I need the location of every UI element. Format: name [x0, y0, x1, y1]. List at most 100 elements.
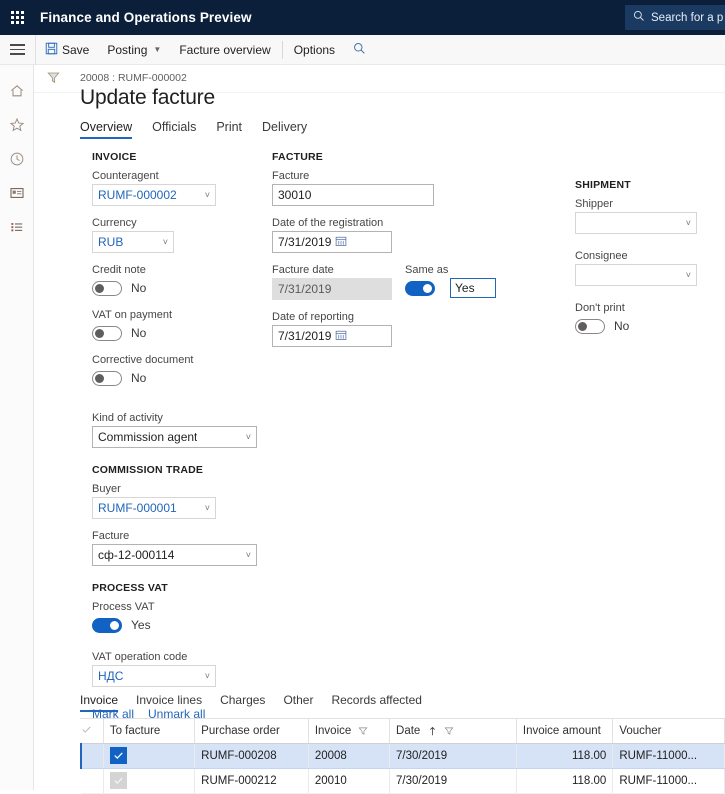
col-header-invoice[interactable]: Invoice: [308, 719, 391, 744]
same-as-label: Same as: [405, 264, 449, 276]
corrective-document-field: Corrective document No: [92, 354, 267, 388]
posting-menu-button[interactable]: Posting ▼: [98, 35, 170, 65]
options-label: Options: [293, 42, 336, 57]
kind-of-activity-value: Commission agent: [98, 430, 198, 444]
facture-overview-button[interactable]: Facture overview: [170, 35, 279, 65]
row-purchase-order[interactable]: RUMF-000212: [194, 768, 309, 794]
process-vat-toggle[interactable]: [92, 617, 122, 633]
save-disk-icon: [45, 42, 58, 58]
posting-label: Posting: [107, 42, 148, 57]
to-facture-checkbox[interactable]: [109, 747, 127, 764]
col-header-invoice-amount[interactable]: Invoice amount: [516, 719, 614, 744]
home-icon: [9, 83, 25, 102]
sidebar-item-home[interactable]: [0, 75, 34, 109]
tab-invoice[interactable]: Invoice: [80, 693, 119, 712]
tab-records-affected[interactable]: Records affected: [331, 693, 422, 712]
sort-ascending-icon[interactable]: [428, 726, 437, 736]
row-date: 7/30/2019: [389, 743, 517, 769]
tab-overview[interactable]: Overview: [80, 120, 133, 139]
facture-column: FACTURE Facture 30010 Date of the regist…: [272, 151, 502, 358]
sidebar-item-favorites[interactable]: [0, 109, 34, 143]
global-search-placeholder: Search for a p: [651, 11, 724, 24]
consignee-input[interactable]: ˅: [575, 264, 697, 286]
credit-note-label: Credit note: [92, 264, 146, 276]
currency-input[interactable]: RUB ˅: [92, 231, 174, 253]
table-row[interactable]: RUMF-000208 20008 7/30/2019 118.00 RUMF-…: [79, 743, 725, 769]
counteragent-value: RUMF-000002: [98, 188, 177, 202]
page-title: Update facture: [80, 86, 215, 109]
search-icon: [633, 10, 645, 25]
corrective-document-value: No: [131, 371, 147, 385]
to-facture-checkbox[interactable]: [109, 772, 127, 789]
dont-print-field: Don't print No: [575, 302, 720, 336]
buyer-value: RUMF-000001: [98, 501, 177, 515]
options-button[interactable]: Options: [285, 35, 344, 65]
row-date: 7/30/2019: [389, 768, 517, 794]
same-as-field: Same as Yes: [405, 264, 496, 298]
col-header-to-facture[interactable]: To facture: [103, 719, 196, 744]
chevron-down-icon: ˅: [204, 671, 210, 681]
buyer-input[interactable]: RUMF-000001 ˅: [92, 497, 216, 519]
row-to-facture-checkbox-cell[interactable]: [103, 743, 196, 769]
counteragent-input[interactable]: RUMF-000002 ˅: [92, 184, 216, 206]
shipment-column: SHIPMENT Shipper ˅ Consignee ˅ Don't pri…: [575, 151, 720, 347]
date-of-reporting-input[interactable]: 7/31/2019: [272, 325, 392, 347]
tab-officials[interactable]: Officials: [152, 120, 196, 139]
tab-delivery[interactable]: Delivery: [262, 120, 307, 139]
filter-funnel-icon[interactable]: [46, 70, 61, 88]
chevron-down-icon: ˅: [685, 270, 691, 280]
calendar-icon[interactable]: [331, 235, 347, 250]
row-to-facture-checkbox-cell[interactable]: [103, 768, 196, 794]
col-header-voucher[interactable]: Voucher: [612, 719, 725, 744]
grid-header-row: To facture Purchase order Invoice Date I…: [81, 719, 725, 744]
vat-operation-code-input[interactable]: НДС ˅: [92, 665, 216, 687]
vat-on-payment-toggle[interactable]: [92, 325, 122, 341]
same-as-value-box[interactable]: Yes: [450, 278, 496, 298]
tab-other[interactable]: Other: [283, 693, 313, 712]
chevron-down-icon: ˅: [204, 503, 210, 513]
col-header-date[interactable]: Date: [389, 719, 517, 744]
sidebar-item-workspaces[interactable]: [0, 177, 34, 211]
date-of-registration-input[interactable]: 7/31/2019: [272, 231, 392, 253]
counteragent-field: Counteragent RUMF-000002 ˅: [92, 170, 267, 206]
consignee-field: Consignee ˅: [575, 250, 720, 286]
vat-on-payment-field: VAT on payment No: [92, 309, 267, 343]
dont-print-toggle[interactable]: [575, 318, 605, 334]
app-launcher-icon[interactable]: [0, 0, 35, 35]
row-marker: [79, 743, 104, 769]
sidebar-item-modules[interactable]: [0, 211, 34, 245]
facture-number-input[interactable]: 30010: [272, 184, 434, 206]
facture-date-input: 7/31/2019: [272, 278, 392, 300]
kind-of-activity-input[interactable]: Commission agent ˅: [92, 426, 257, 448]
corrective-document-toggle[interactable]: [92, 370, 122, 386]
filter-funnel-icon[interactable]: [444, 726, 454, 736]
row-purchase-order[interactable]: RUMF-000208: [194, 743, 309, 769]
tab-invoice-lines[interactable]: Invoice lines: [136, 693, 202, 712]
filter-funnel-icon[interactable]: [358, 726, 368, 736]
shipper-input[interactable]: ˅: [575, 212, 697, 234]
date-of-reporting-value: 7/31/2019: [278, 329, 332, 343]
chevron-down-icon: ˅: [245, 432, 251, 442]
hamburger-menu-icon[interactable]: [0, 34, 36, 65]
col-header-purchase-order[interactable]: Purchase order: [194, 719, 309, 744]
sidebar-item-recent[interactable]: [0, 143, 34, 177]
calendar-icon[interactable]: [331, 329, 347, 344]
tab-charges[interactable]: Charges: [220, 693, 265, 712]
breadcrumb: 20008 : RUMF-000002: [80, 72, 187, 84]
lower-tabstrip: Invoice Invoice lines Charges Other Reco…: [80, 693, 725, 712]
global-search-input[interactable]: Search for a p: [625, 5, 725, 30]
select-all-header[interactable]: [81, 719, 104, 744]
col-header-invoice-label: Invoice: [314, 724, 352, 737]
credit-note-toggle[interactable]: [92, 280, 122, 296]
commission-facture-input[interactable]: сф-12-000114 ˅: [92, 544, 257, 566]
save-button[interactable]: Save: [36, 35, 98, 65]
same-as-toggle[interactable]: [405, 280, 435, 296]
row-invoice[interactable]: 20010: [308, 768, 391, 794]
row-invoice[interactable]: 20008: [308, 743, 391, 769]
table-row[interactable]: RUMF-000212 20010 7/30/2019 118.00 RUMF-…: [81, 768, 725, 794]
search-icon: [353, 42, 366, 58]
clock-icon: [9, 151, 25, 170]
process-vat-label: Process VAT: [92, 601, 155, 613]
toolbar-search-button[interactable]: [344, 35, 375, 65]
tab-print[interactable]: Print: [216, 120, 242, 139]
